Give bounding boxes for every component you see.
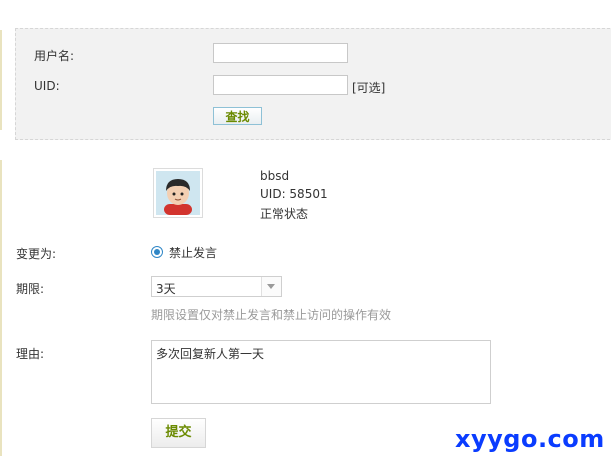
uid-optional-hint: [可选]: [352, 81, 386, 95]
user-avatar-icon: [156, 171, 200, 215]
uid-text: UID: 58501: [260, 187, 328, 201]
username-text: bbsd: [260, 169, 290, 183]
username-label: 用户名:: [34, 49, 75, 63]
ban-post-radio[interactable]: [151, 246, 163, 258]
change-to-label: 变更为:: [16, 247, 57, 261]
reason-label: 理由:: [16, 347, 45, 361]
left-border: [0, 160, 2, 456]
submit-button[interactable]: 提交: [151, 418, 206, 448]
uid-input[interactable]: [213, 75, 348, 95]
period-select-value: 3天: [156, 282, 176, 296]
period-label: 期限:: [16, 282, 45, 296]
left-border: [0, 30, 2, 130]
reason-textarea[interactable]: 多次回复新人第一天: [151, 340, 491, 404]
avatar: [153, 168, 203, 218]
watermark: xyygo.com: [455, 425, 605, 453]
chevron-down-icon[interactable]: [261, 277, 281, 296]
search-button[interactable]: 查找: [213, 107, 262, 125]
status-text: 正常状态: [260, 207, 309, 221]
uid-label: UID:: [34, 79, 60, 93]
ban-post-label[interactable]: 禁止发言: [169, 244, 217, 261]
username-input[interactable]: [213, 43, 348, 63]
period-select[interactable]: 3天: [151, 276, 282, 297]
user-search-panel: 用户名: UID: [可选] 查找: [15, 28, 611, 140]
period-hint: 期限设置仅对禁止发言和禁止访问的操作有效: [151, 308, 392, 322]
